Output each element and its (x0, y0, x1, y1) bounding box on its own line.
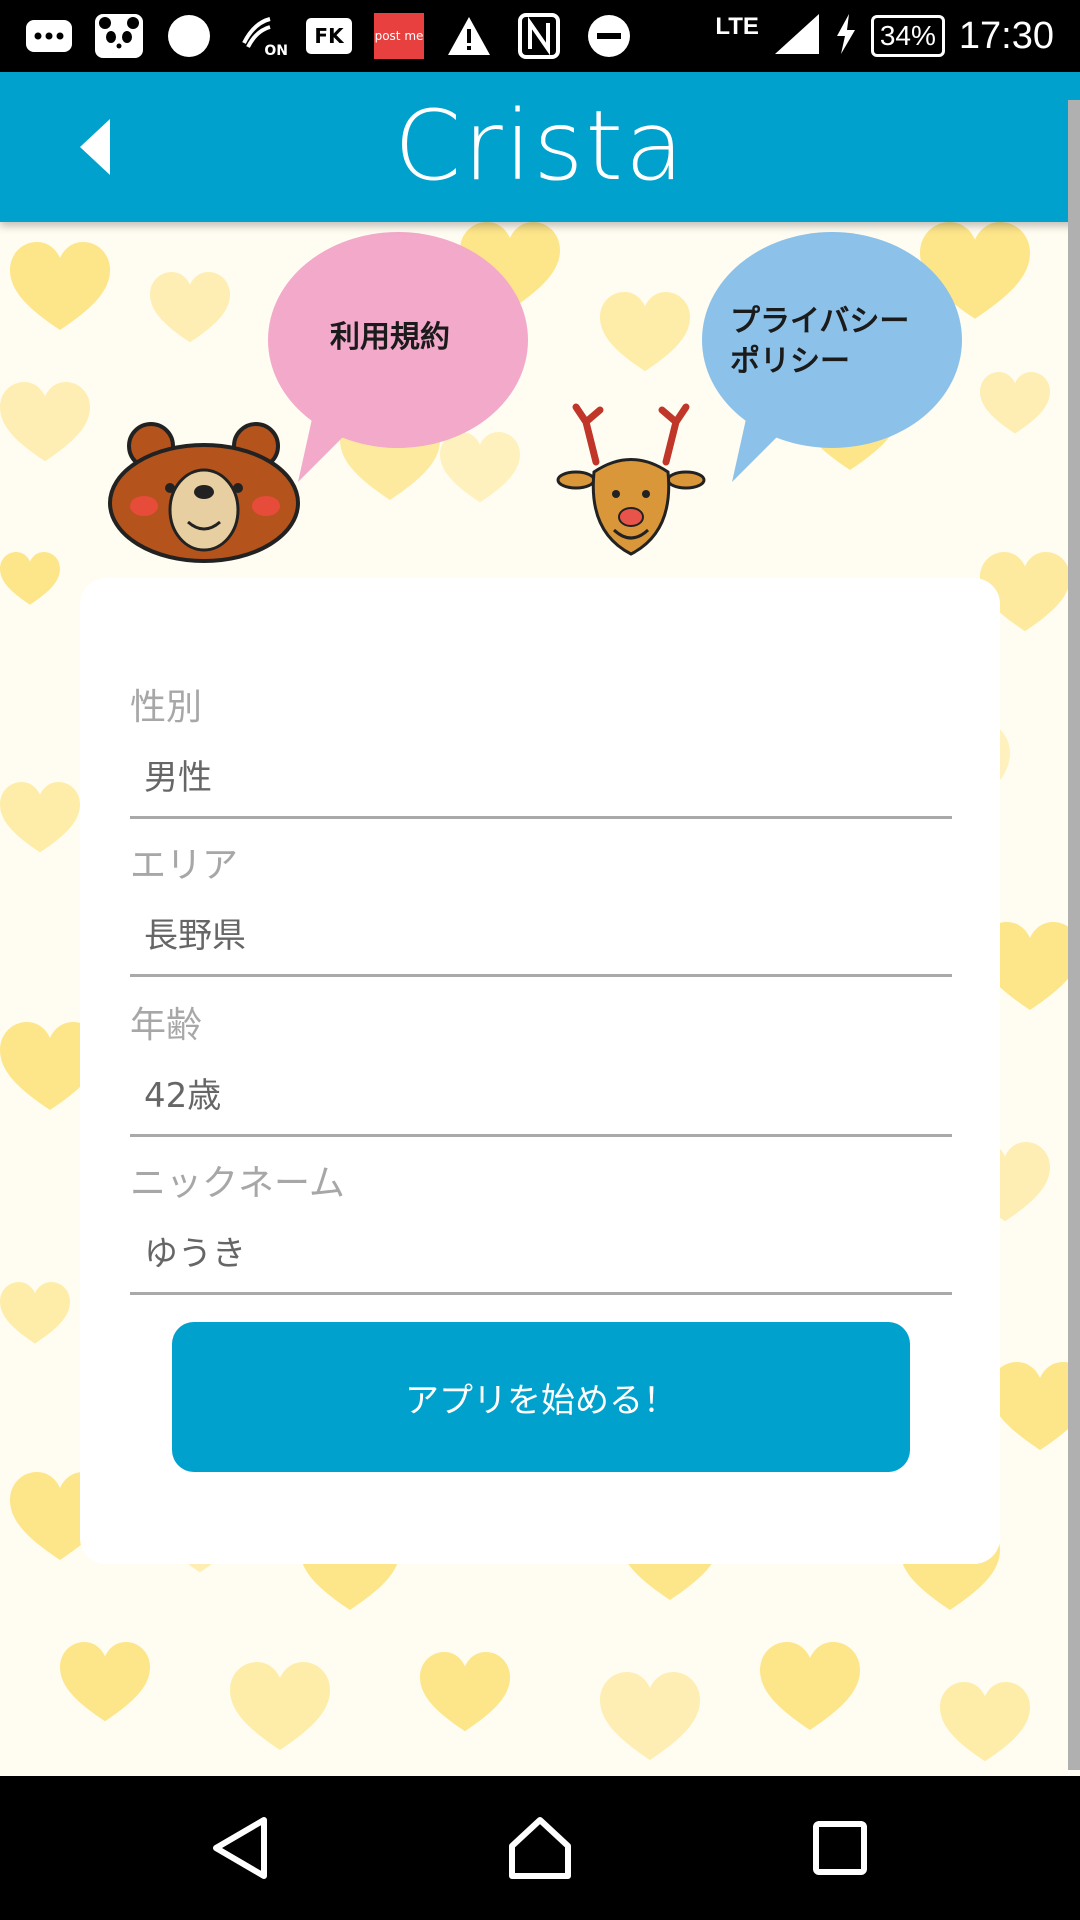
status-bar: ON FK post me LTE 34% 17:30 (0, 0, 1080, 72)
scrollbar[interactable] (1068, 100, 1080, 1770)
nav-back-button[interactable] (200, 1808, 280, 1888)
terms-link[interactable]: 利用規約 (268, 232, 528, 482)
n-icon (514, 13, 564, 59)
privacy-label-line1: プライバシー (730, 304, 910, 339)
nav-home-button[interactable] (500, 1808, 580, 1888)
privacy-label-line2: ポリシー (730, 344, 850, 379)
lte-indicator: LTE (715, 13, 759, 40)
area-label: エリア (130, 845, 239, 886)
gender-field[interactable]: 性別 男性 (130, 678, 952, 819)
navigation-bar (0, 1776, 1080, 1920)
reindeer-illustration (556, 403, 706, 556)
message-icon (24, 13, 74, 59)
area-underline (130, 974, 952, 977)
nickname-field[interactable]: ニックネーム ゆうき (130, 1154, 952, 1295)
panda-icon (94, 13, 144, 59)
app-bar: Crista (0, 72, 1080, 222)
postme-label: post me (374, 13, 424, 59)
age-label: 年齢 (130, 1005, 203, 1046)
area-value[interactable]: 長野県 (130, 908, 952, 960)
nfc-on-label: ON (264, 43, 288, 59)
charging-icon (835, 14, 857, 58)
app-title: Crista (394, 90, 686, 202)
do-not-disturb-icon (584, 13, 634, 59)
fk-app-icon: FK (304, 13, 354, 59)
start-app-button[interactable]: アプリを始める！ (172, 1322, 910, 1472)
clock: 17:30 (958, 14, 1054, 57)
nfc-on-icon: ON (234, 13, 288, 59)
privacy-policy-link[interactable]: プライバシー ポリシー (702, 232, 962, 482)
terms-label: 利用規約 (330, 320, 450, 355)
nav-recents-icon (813, 1821, 867, 1875)
fk-label: FK (306, 18, 352, 54)
age-field[interactable]: 年齢 42歳 (130, 996, 952, 1137)
profile-form-card: 性別 男性 エリア 長野県 年齢 42歳 ニックネーム ゆうき アプリを始める！ (80, 578, 1000, 1564)
nickname-value[interactable]: ゆうき (130, 1226, 952, 1278)
circle-icon (164, 13, 214, 59)
nav-recents-button[interactable] (800, 1808, 880, 1888)
nav-back-icon (213, 1817, 267, 1879)
nickname-label: ニックネーム (130, 1163, 345, 1204)
age-value[interactable]: 42歳 (130, 1068, 952, 1120)
pink-speech-bubble (268, 232, 528, 482)
nav-home-icon (509, 1817, 571, 1879)
age-underline (130, 1134, 952, 1137)
signal-icon (773, 12, 821, 60)
battery-indicator: 34% (870, 15, 945, 57)
gender-label: 性別 (130, 687, 203, 728)
area-field[interactable]: エリア 長野県 (130, 836, 952, 977)
gender-underline (130, 816, 952, 819)
warning-icon (444, 13, 494, 59)
nickname-underline (130, 1292, 952, 1295)
gender-value[interactable]: 男性 (130, 750, 952, 802)
postme-app-icon: post me (374, 13, 424, 59)
